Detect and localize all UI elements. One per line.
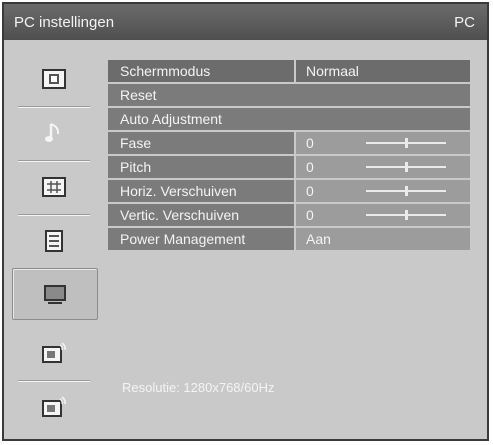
menu-value: Aan [296,228,470,250]
menu-row-pitch[interactable]: Pitch 0 [108,156,470,178]
sidebar [12,46,100,436]
menu-row-horiz-verschuiven[interactable]: Horiz. Verschuiven 0 [108,180,470,202]
menu-row-fase[interactable]: Fase 0 [108,132,470,154]
menu-row-vertic-verschuiven[interactable]: Vertic. Verschuiven 0 [108,204,470,226]
menu-label: Reset [108,84,470,106]
value-text: 0 [306,183,314,199]
sidebar-item-features[interactable] [12,162,96,216]
sidebar-item-picture[interactable] [12,54,96,108]
menu-value: 0 [296,204,470,226]
settings-list-icon [41,230,67,252]
menu-label: Auto Adjustment [108,108,470,130]
menu-label: Horiz. Verschuiven [108,180,294,202]
menu-value: Normaal [296,60,470,82]
slider-knob[interactable] [404,186,408,196]
menu-label: Power Management [108,228,294,250]
tv-signal-icon [41,342,67,364]
menu-label: Fase [108,132,294,154]
title-bar: PC instellingen PC [4,4,487,40]
grid-icon [41,176,67,198]
music-note-icon [41,122,67,144]
vertic-slider[interactable] [366,210,446,220]
source-indicator: PC [454,13,475,31]
sidebar-item-sound[interactable] [12,108,96,162]
picture-icon [41,68,67,90]
slider-knob[interactable] [404,162,408,172]
menu-label: Schermmodus [108,60,294,82]
menu-label: Vertic. Verschuiven [108,204,294,226]
pitch-slider[interactable] [366,162,446,172]
sidebar-item-installation[interactable] [12,216,96,270]
sidebar-item-pc[interactable] [12,268,98,320]
value-text: 0 [306,159,314,175]
sidebar-item-source-alt[interactable] [12,382,96,432]
menu-label: Pitch [108,156,294,178]
menu-row-schermmodus[interactable]: Schermmodus Normaal [108,60,470,82]
menu-row-power-management[interactable]: Power Management Aan [108,228,470,250]
menu-value: 0 [296,132,470,154]
value-text: 0 [306,135,314,151]
monitor-icon [42,283,68,305]
value-text: 0 [306,207,314,223]
slider-knob[interactable] [404,210,408,220]
horiz-slider[interactable] [366,186,446,196]
settings-menu: Schermmodus Normaal Reset Auto Adjustmen… [108,60,470,252]
fase-slider[interactable] [366,138,446,148]
sidebar-item-source[interactable] [12,328,96,382]
slider-knob[interactable] [404,138,408,148]
pc-settings-window: PC instellingen PC Schermmodus Normaal R… [2,2,489,441]
resolution-info: Resolutie: 1280x768/60Hz [122,380,275,395]
menu-value: 0 [296,156,470,178]
menu-title: PC instellingen [14,13,115,31]
tv-signal-alt-icon [41,396,67,418]
menu-row-auto-adjustment[interactable]: Auto Adjustment [108,108,470,130]
menu-value: 0 [296,180,470,202]
menu-row-reset[interactable]: Reset [108,84,470,106]
